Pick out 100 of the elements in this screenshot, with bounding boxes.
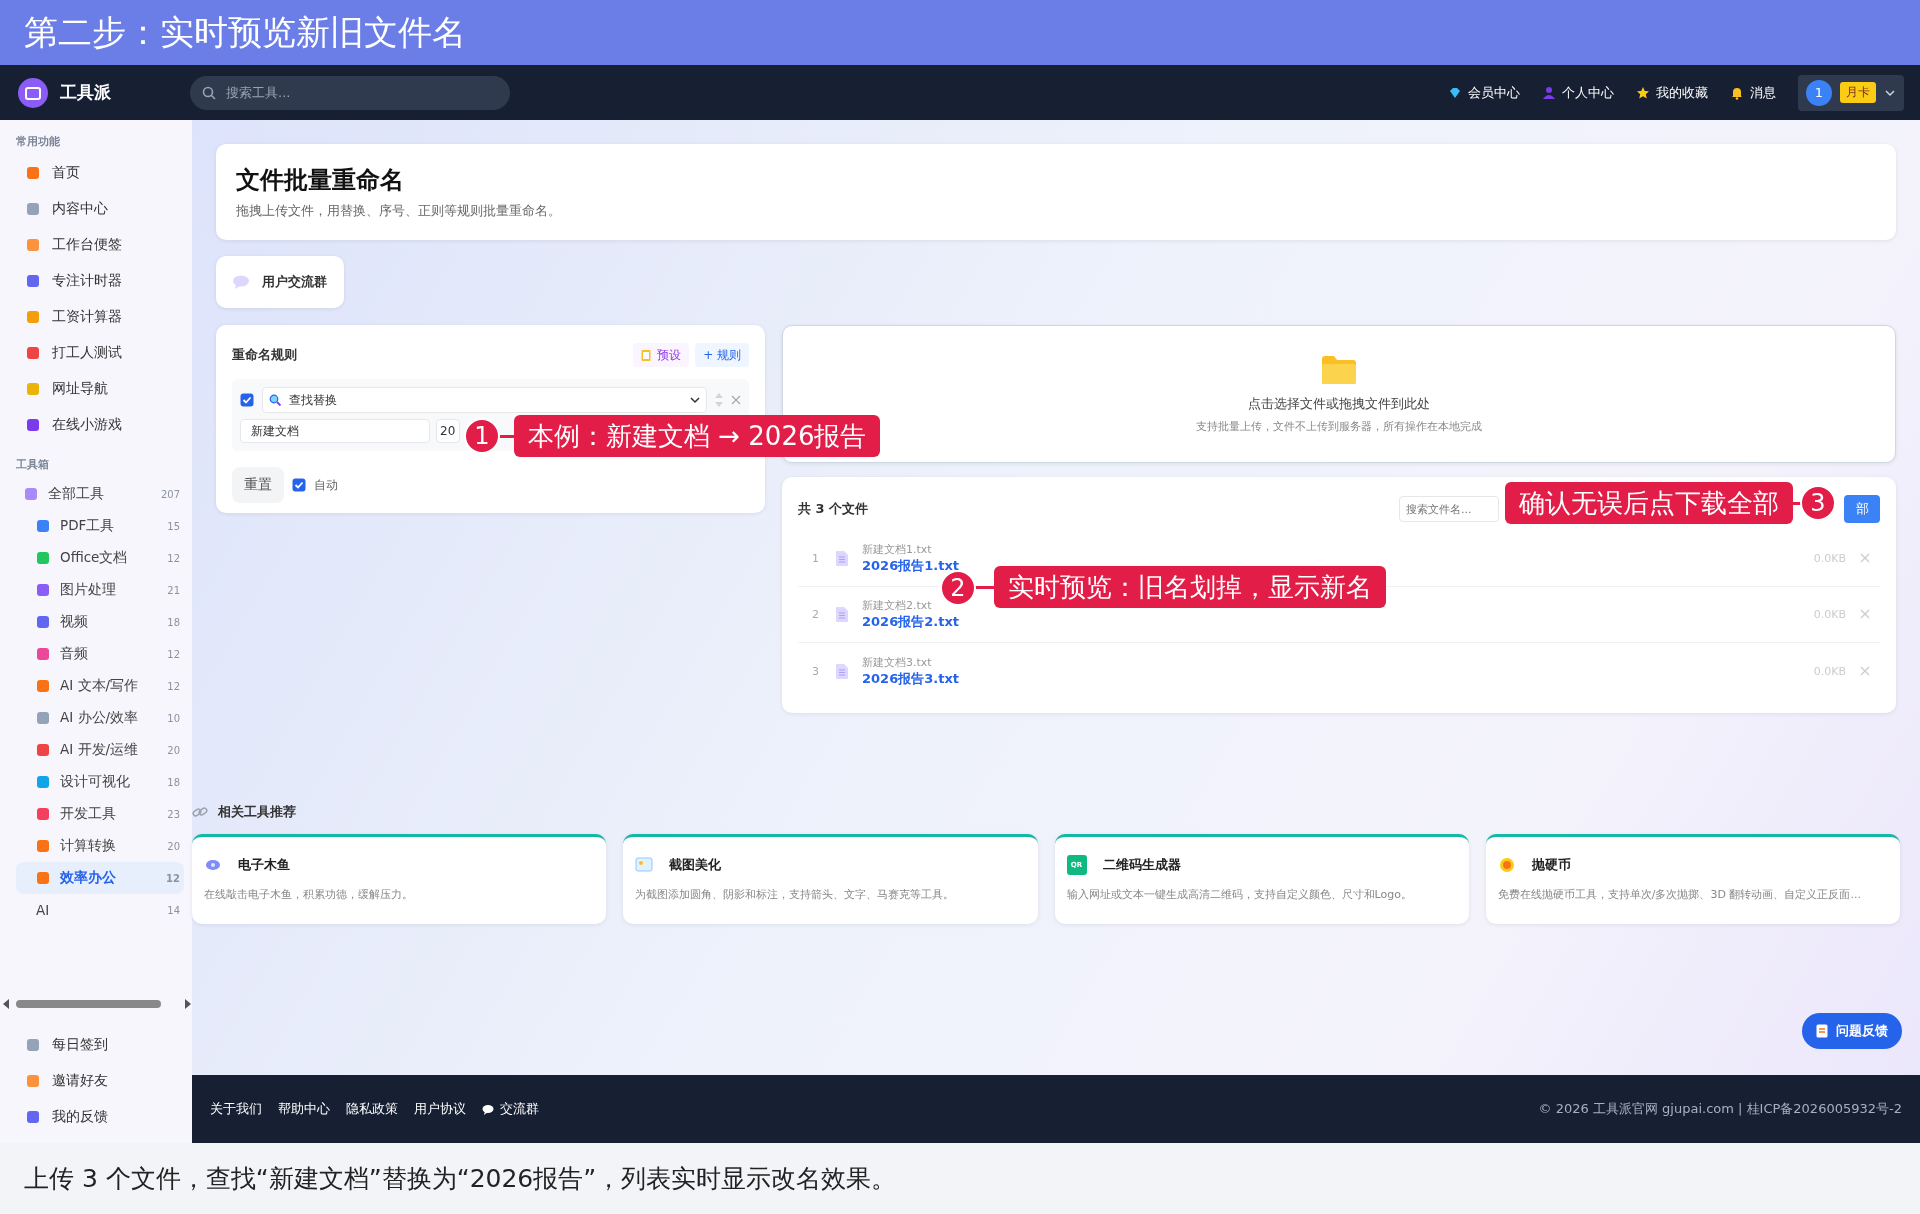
feedback-button[interactable]: 问题反馈 xyxy=(1802,1013,1902,1049)
footer-link[interactable]: 用户协议 xyxy=(414,1100,466,1118)
app-icon xyxy=(36,519,50,533)
card-description: 输入网址或文本一键生成高清二维码，支持自定义颜色、尺寸和Logo。 xyxy=(1066,887,1413,902)
upload-title: 点击选择文件或拖拽文件到此处 xyxy=(1248,394,1430,413)
app-icon xyxy=(36,807,50,821)
sidebar-item[interactable]: 网址导航 xyxy=(16,371,184,407)
add-rule-button[interactable]: + 规则 xyxy=(695,343,749,367)
callout-label: 确认无误后点下载全部 xyxy=(1505,482,1793,524)
tool-card[interactable]: 电子木鱼 在线敲击电子木鱼，积累功德，缓解压力。 xyxy=(192,834,607,924)
copyright-text: © 2026 工具派官网 gjupai.com | 桂ICP备2026005932号-2 xyxy=(1538,1100,1902,1118)
sidebar-item[interactable]: 图片处理 21 xyxy=(16,574,184,606)
app-icon xyxy=(36,679,50,693)
reset-button[interactable]: 重置 xyxy=(232,467,284,503)
item-count: 12 xyxy=(167,552,181,564)
app-icon xyxy=(36,839,50,853)
sidebar-item[interactable]: AI 14 xyxy=(16,894,184,926)
app-icon xyxy=(36,615,50,629)
person-icon xyxy=(1542,85,1556,100)
upload-hint: 支持批量上传，文件不上传到服务器，所有操作在本地完成 xyxy=(1196,418,1482,434)
sidebar-item[interactable]: 首页 xyxy=(16,155,184,191)
app-icon xyxy=(26,274,40,288)
rule-type-select[interactable]: 查找替换 xyxy=(262,387,707,413)
sidebar-item[interactable]: Office文档 12 xyxy=(16,542,184,574)
replace-field[interactable]: 20 xyxy=(436,419,460,443)
card-description: 免费在线抛硬币工具，支持单次/多次抛掷、3D 翻转动画、自定义正反面... xyxy=(1497,887,1862,902)
callout-label: 实时预览：旧名划掉，显示新名 xyxy=(994,566,1386,608)
sidebar-item[interactable]: 邀请好友 xyxy=(16,1063,184,1099)
sort-arrows-icon xyxy=(715,393,723,407)
sidebar-item[interactable]: 内容中心 xyxy=(16,191,184,227)
sidebar-item[interactable]: AI 开发/运维 20 xyxy=(16,734,184,766)
sidebar-item[interactable]: 专注计时器 xyxy=(16,263,184,299)
sidebar-item[interactable]: 每日签到 xyxy=(16,1027,184,1063)
footer-link[interactable]: 交流群 xyxy=(482,1100,539,1118)
document-icon xyxy=(836,663,848,679)
new-filename: 2026报告2.txt xyxy=(862,613,959,631)
sidebar-item[interactable]: 工作台便签 xyxy=(16,227,184,263)
clipboard-icon xyxy=(641,349,652,361)
sidebar-item[interactable]: 打工人测试 xyxy=(16,335,184,371)
sidebar-item[interactable]: 工资计算器 xyxy=(16,299,184,335)
sidebar-item[interactable]: 设计可视化 18 xyxy=(16,766,184,798)
tool-card[interactable]: 抛硬币 免费在线抛硬币工具，支持单次/多次抛掷、3D 翻转动画、自定义正反面... xyxy=(1485,834,1900,924)
sidebar-item[interactable]: 计算转换 20 xyxy=(16,830,184,862)
card-title: 重命名规则 xyxy=(232,346,298,364)
sidebar-item[interactable]: 音频 12 xyxy=(16,638,184,670)
sidebar-item[interactable]: PDF工具 15 xyxy=(16,510,184,542)
note-icon xyxy=(1816,1024,1828,1038)
sidebar-item[interactable]: 效率办公 12 xyxy=(16,862,184,894)
download-button[interactable]: 部 xyxy=(1844,495,1880,523)
tool-card[interactable]: 截图美化 为截图添加圆角、阴影和标注，支持箭头、文字、马赛克等工具。 xyxy=(623,834,1038,924)
nav-link[interactable]: 消息 xyxy=(1730,83,1776,102)
folder-icon xyxy=(1321,354,1357,385)
file-count: 共 3 个文件 xyxy=(798,500,869,518)
app-icon xyxy=(36,871,50,885)
item-count: 18 xyxy=(167,776,181,788)
scrollbar-thumb[interactable] xyxy=(16,1000,161,1008)
search-field[interactable]: 搜索工具... xyxy=(190,75,510,110)
callout-label: 本例：新建文档 → 2026报告 xyxy=(514,415,881,457)
group-button[interactable]: 用户交流群 xyxy=(216,256,344,308)
find-field[interactable]: 新建文档 xyxy=(240,419,430,443)
app-icon xyxy=(36,583,50,597)
chat-bubble-icon xyxy=(482,1103,494,1115)
sidebar-item[interactable]: 全部工具 207 xyxy=(16,478,184,510)
app-icon xyxy=(26,238,40,252)
sidebar-item[interactable]: 开发工具 23 xyxy=(16,798,184,830)
sidebar-item[interactable]: 在线小游戏 xyxy=(16,407,184,443)
item-count: 21 xyxy=(167,584,181,596)
sidebar-item[interactable]: AI 办公/效率 10 xyxy=(16,702,184,734)
chevron-down-icon xyxy=(690,396,700,404)
footer-link[interactable]: 隐私政策 xyxy=(346,1100,398,1118)
card-title: 二维码生成器 xyxy=(1102,856,1181,874)
item-count: 12 xyxy=(167,648,181,660)
checkbox-label: 自动 xyxy=(314,476,338,494)
user-menu[interactable]: 1 月卡 xyxy=(1798,74,1904,111)
preset-button[interactable]: 预设 xyxy=(633,343,690,367)
footer-link[interactable]: 关于我们 xyxy=(210,1100,262,1118)
scroll-left-icon xyxy=(2,999,10,1009)
row-number: 1 xyxy=(812,552,820,565)
caption-text: 上传 3 个文件，查找“新建文档”替换为“2026报告”，列表实时显示改名效果。 xyxy=(23,1163,898,1195)
footer-link[interactable]: 帮助中心 xyxy=(278,1100,330,1118)
search-icon xyxy=(202,85,216,100)
app-icon xyxy=(26,382,40,396)
nav-link[interactable]: 我的收藏 xyxy=(1636,83,1708,102)
document-icon xyxy=(836,551,848,566)
app-icon xyxy=(26,1074,40,1088)
app-icon xyxy=(26,202,40,216)
checkbox[interactable] xyxy=(240,393,254,407)
nav-link[interactable]: 会员中心 xyxy=(1448,83,1520,102)
sidebar-item[interactable]: 我的反馈 xyxy=(16,1099,184,1135)
search-field[interactable]: 搜索文件名... xyxy=(1399,496,1499,522)
section-title: 相关工具推荐 xyxy=(218,803,296,821)
section-title: 常用功能 xyxy=(16,134,61,149)
checkbox[interactable] xyxy=(292,478,306,492)
app-icon xyxy=(26,166,40,180)
sidebar-item[interactable]: AI 文本/写作 12 xyxy=(16,670,184,702)
item-count: 15 xyxy=(167,520,181,532)
nav-link[interactable]: 个人中心 xyxy=(1542,83,1614,102)
sidebar-item[interactable]: 视频 18 xyxy=(16,606,184,638)
document-icon xyxy=(836,607,848,622)
card-description: 为截图添加圆角、阴影和标注，支持箭头、文字、马赛克等工具。 xyxy=(635,887,956,902)
